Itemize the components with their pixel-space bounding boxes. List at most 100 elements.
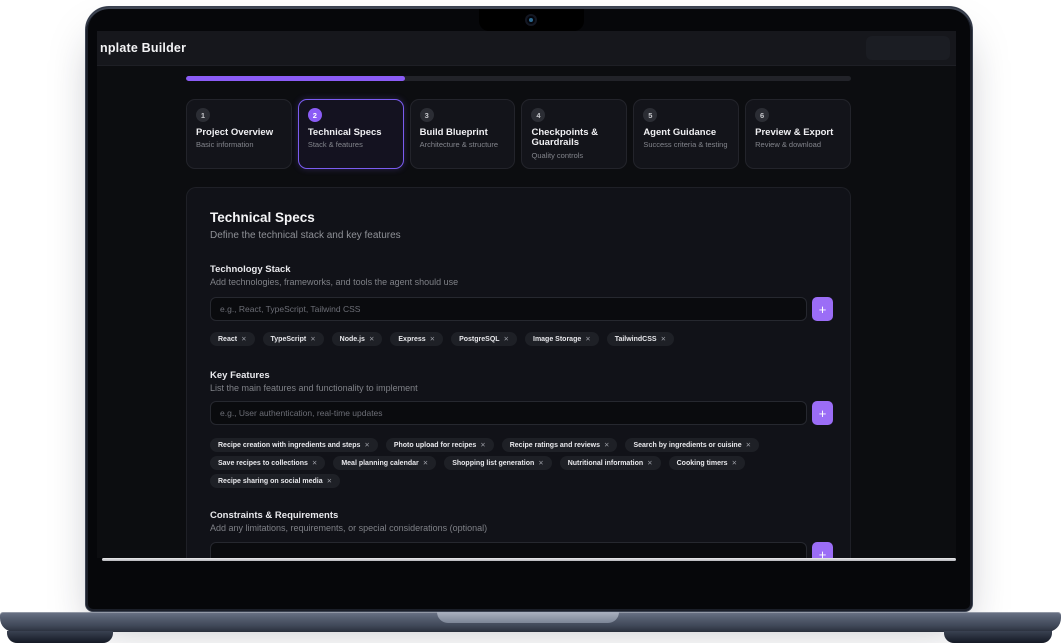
tag-chip: React ✕ [210,332,255,346]
remove-tag-icon[interactable]: ✕ [369,335,374,343]
tag-chip: Shopping list generation ✕ [444,456,552,470]
tag-chip: Recipe creation with ingredients and ste… [210,438,378,452]
laptop-foot-right [944,631,1052,643]
tag-label: Save recipes to collections [218,460,308,467]
add-constraint-button[interactable]: + [812,542,833,558]
technology-input-row: + [210,297,833,321]
remove-tag-icon[interactable]: ✕ [430,335,435,343]
tag-label: PostgreSQL [459,336,499,343]
constraints-label: Constraints & Requirements [210,510,833,521]
remove-tag-icon[interactable]: ✕ [241,335,246,343]
stepper-step[interactable]: 1 Project Overview Basic information [186,99,292,169]
tag-label: React [218,336,237,343]
progress-bar [186,76,851,81]
tag-chip: Nutritional information ✕ [560,456,661,470]
tag-chip: TypeScript ✕ [263,332,324,346]
remove-tag-icon[interactable]: ✕ [364,441,369,449]
tag-label: Recipe creation with ingredients and ste… [218,442,360,449]
technology-stack-label: Technology Stack [210,264,833,275]
constraints-hint: Add any limitations, requirements, or sp… [210,523,833,533]
tag-chip: Recipe sharing on social media ✕ [210,474,340,488]
laptop-foot-left [7,631,113,643]
remove-tag-icon[interactable]: ✕ [647,459,652,467]
step-label: Preview & Export [755,128,841,138]
remove-tag-icon[interactable]: ✕ [480,441,485,449]
step-label: Checkpoints & Guardrails [531,128,617,149]
stepper-step[interactable]: 4 Checkpoints & Guardrails Quality contr… [521,99,627,169]
tag-label: Recipe ratings and reviews [510,442,600,449]
remove-tag-icon[interactable]: ✕ [732,459,737,467]
technology-stack-hint: Add technologies, frameworks, and tools … [210,277,833,287]
stepper-step[interactable]: 5 Agent Guidance Success criteria & test… [633,99,739,169]
step-label: Agent Guidance [643,128,729,138]
tag-chip: Photo upload for recipes ✕ [386,438,494,452]
tag-label: Photo upload for recipes [394,442,476,449]
tag-label: Image Storage [533,336,581,343]
app-header: nplate Builder [97,31,956,66]
remove-tag-icon[interactable]: ✕ [538,459,543,467]
key-features-label: Key Features [210,370,833,381]
tag-label: Search by ingredients or cuisine [633,442,741,449]
step-number-badge: 6 [755,108,769,122]
step-subtitle: Success criteria & testing [643,140,729,149]
tag-chip: Save recipes to collections ✕ [210,456,325,470]
constraints-section: Constraints & Requirements Add any limit… [210,510,833,558]
step-label: Project Overview [196,128,282,138]
step-number-badge: 5 [643,108,657,122]
panel-subtitle: Define the technical stack and key featu… [210,230,833,241]
step-subtitle: Stack & features [308,140,394,149]
remove-tag-icon[interactable]: ✕ [585,335,590,343]
add-feature-button[interactable]: + [812,401,833,425]
tag-label: TypeScript [271,336,307,343]
remove-tag-icon[interactable]: ✕ [423,459,428,467]
tag-chip: Node.js ✕ [332,332,383,346]
technology-stack-section: Technology Stack Add technologies, frame… [210,264,833,346]
key-features-section: Key Features List the main features and … [210,370,833,488]
step-number-badge: 1 [196,108,210,122]
remove-tag-icon[interactable]: ✕ [746,441,751,449]
step-panel: Technical Specs Define the technical sta… [186,187,851,558]
tag-chip: Express ✕ [390,332,443,346]
tag-chip: Cooking timers ✕ [669,456,745,470]
tag-label: Shopping list generation [452,460,534,467]
step-label: Build Blueprint [420,128,506,138]
feature-input[interactable] [210,401,807,425]
stepper: 1 Project Overview Basic information 2 T… [186,99,851,169]
tag-label: Express [398,336,425,343]
stepper-step[interactable]: 2 Technical Specs Stack & features [298,99,404,169]
camera-icon [525,14,537,26]
step-label: Technical Specs [308,128,394,138]
remove-tag-icon[interactable]: ✕ [310,335,315,343]
add-technology-button[interactable]: + [812,297,833,321]
step-number-badge: 2 [308,108,322,122]
remove-tag-icon[interactable]: ✕ [504,335,509,343]
tag-label: Cooking timers [677,460,728,467]
tag-chip: PostgreSQL ✕ [451,332,517,346]
app-window: nplate Builder 1 Project Overview Basic … [97,31,956,558]
app-title: nplate Builder [100,41,186,55]
remove-tag-icon[interactable]: ✕ [604,441,609,449]
tag-label: Nutritional information [568,460,643,467]
tag-label: Recipe sharing on social media [218,478,323,485]
stepper-step[interactable]: 3 Build Blueprint Architecture & structu… [410,99,516,169]
tag-chip: Recipe ratings and reviews ✕ [502,438,618,452]
step-subtitle: Basic information [196,140,282,149]
stepper-step[interactable]: 6 Preview & Export Review & download [745,99,851,169]
tag-label: TailwindCSS [615,336,657,343]
tag-chip: Search by ingredients or cuisine ✕ [625,438,759,452]
progress-fill [186,76,405,81]
header-highlight [866,36,950,60]
base-thumb-scoop [437,612,619,623]
step-number-badge: 4 [531,108,545,122]
remove-tag-icon[interactable]: ✕ [327,477,332,485]
technology-input[interactable] [210,297,807,321]
feature-input-row: + [210,401,833,425]
screen-bottom-highlight [102,558,956,561]
constraints-input[interactable] [210,542,807,558]
remove-tag-icon[interactable]: ✕ [312,459,317,467]
remove-tag-icon[interactable]: ✕ [661,335,666,343]
laptop-base [0,612,1061,632]
constraints-input-row: + [210,542,833,558]
main-content: 1 Project Overview Basic information 2 T… [186,76,851,558]
camera-notch [479,9,584,31]
